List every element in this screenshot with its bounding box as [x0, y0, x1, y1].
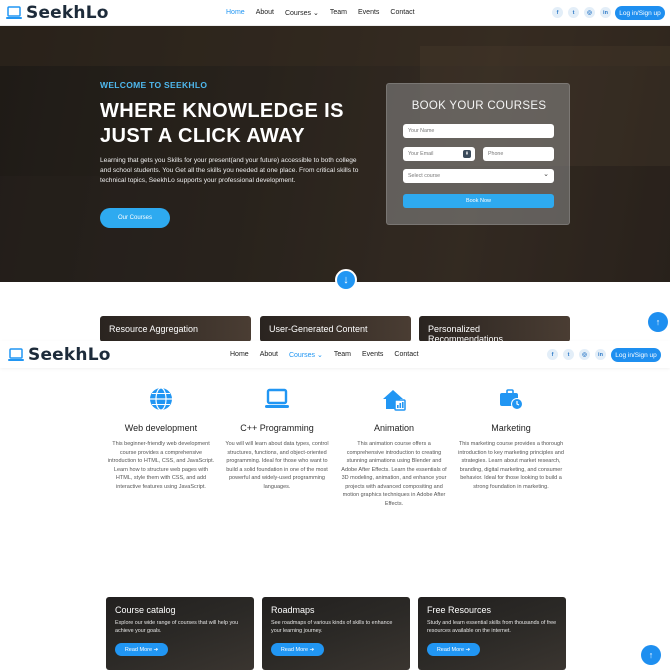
card-description: Explore our wide range of courses that w…: [115, 620, 239, 634]
course-cpp-programming[interactable]: C++ Programming You will will learn abou…: [222, 386, 332, 491]
scroll-down-icon[interactable]: ↓: [335, 269, 357, 291]
read-more-button[interactable]: Read More ➔: [271, 643, 324, 656]
hero-description: Learning that gets you Skills for your p…: [100, 157, 359, 184]
chevron-down-icon: ⌄: [317, 351, 323, 359]
email-input[interactable]: Your Email ⇞: [403, 147, 475, 161]
book-now-button[interactable]: Book Now: [403, 194, 554, 208]
nav-team[interactable]: Team: [334, 351, 351, 359]
course-description: This beginner-friendly web development c…: [107, 441, 215, 490]
card-roadmaps[interactable]: Roadmaps See roadmaps of various kinds o…: [262, 597, 410, 670]
instagram-icon[interactable]: ◎: [579, 349, 590, 360]
nav-courses-label: Courses: [288, 351, 316, 359]
phone-input[interactable]: Phone: [483, 147, 554, 161]
course-description: You will will learn about data types, co…: [225, 441, 329, 490]
nav-courses[interactable]: Courses ⌄: [289, 351, 323, 359]
sticky-navbar: SeekhLo Home About Courses ⌄ Team Events…: [0, 341, 670, 368]
nav-links: Home About Courses ⌄ Team Events Contact: [230, 351, 419, 359]
social-links: f t ◎ in: [552, 7, 611, 18]
laptop-icon: [265, 388, 289, 408]
login-signup-button[interactable]: Log in/Sign up: [615, 6, 665, 20]
nav-contact[interactable]: Contact: [390, 9, 414, 17]
brand-name: SeekhLo: [28, 344, 111, 365]
nav-home[interactable]: Home: [226, 9, 245, 17]
scroll-top-icon[interactable]: ↑: [648, 312, 668, 332]
globe-icon: [150, 387, 172, 411]
nav-events[interactable]: Events: [362, 351, 383, 359]
email-placeholder: Your Email: [408, 151, 434, 157]
card-description: See roadmaps of various kinds of skills …: [271, 620, 393, 634]
read-more-button[interactable]: Read More ➔: [115, 643, 168, 656]
linkedin-icon[interactable]: in: [595, 349, 606, 360]
chevron-down-icon: ⌄: [313, 9, 319, 17]
course-web-development[interactable]: Web development This beginner-friendly w…: [106, 386, 216, 491]
booking-form: BOOK YOUR COURSES Your Name Your Email ⇞…: [386, 83, 570, 225]
nav-home[interactable]: Home: [230, 351, 249, 359]
feature-card-personalized-recommendations[interactable]: Personalized Recommendations: [419, 316, 570, 342]
phone-placeholder: Phone: [488, 151, 504, 157]
brand-name: SeekhLo: [26, 2, 109, 23]
house-chart-icon: [383, 390, 406, 411]
course-description: This animation course offers a comprehen…: [341, 441, 447, 507]
linkedin-icon[interactable]: in: [600, 7, 611, 18]
feature-card-user-generated-content[interactable]: User-Generated Content: [260, 316, 411, 342]
course-marketing[interactable]: Marketing This marketing course provides…: [456, 386, 566, 491]
card-free-resources[interactable]: Free Resources Study and learn essential…: [418, 597, 566, 670]
brand-logo[interactable]: SeekhLo: [6, 3, 109, 23]
course-title: Web development: [124, 423, 198, 433]
card-course-catalog[interactable]: Course catalog Explore our wide range of…: [106, 597, 254, 670]
course-title: Marketing: [491, 423, 531, 433]
card-title: Free Resources: [427, 605, 492, 615]
autofill-icon[interactable]: ⇞: [463, 150, 471, 158]
nav-courses-label: Courses: [284, 9, 312, 17]
hero-title: WHERE KNOWLEDGE IS JUST A CLICK AWAY: [100, 100, 344, 147]
nav-contact[interactable]: Contact: [394, 351, 418, 359]
feature-title: Personalized Recommendations: [428, 324, 504, 342]
feature-title: User-Generated Content: [269, 324, 368, 334]
laptop-logo-icon: [6, 5, 22, 19]
facebook-icon[interactable]: f: [552, 7, 563, 18]
read-more-button[interactable]: Read More ➔: [427, 643, 480, 656]
nav-team[interactable]: Team: [330, 9, 347, 17]
brand-logo[interactable]: SeekhLo: [8, 345, 111, 365]
nav-events[interactable]: Events: [358, 9, 379, 17]
hero-section: WELCOME TO SEEKHLO WHERE KNOWLEDGE IS JU…: [0, 26, 670, 282]
course-title: Animation: [373, 423, 415, 433]
briefcase-clock-icon: [500, 389, 523, 410]
facebook-icon[interactable]: f: [547, 349, 558, 360]
instagram-icon[interactable]: ◎: [584, 7, 595, 18]
course-select-value: Select course: [408, 173, 441, 179]
twitter-icon[interactable]: t: [568, 7, 579, 18]
nav-about[interactable]: About: [260, 351, 278, 359]
our-courses-button[interactable]: Our Courses: [100, 208, 170, 228]
chevron-down-icon: ⌄: [543, 171, 549, 178]
name-input[interactable]: Your Name: [403, 124, 554, 138]
card-title: Course catalog: [115, 605, 176, 615]
nav-about[interactable]: About: [256, 9, 274, 17]
feature-card-resource-aggregation[interactable]: Resource Aggregation: [100, 316, 251, 342]
course-description: This marketing course provides a thoroug…: [458, 441, 564, 490]
scroll-top-icon[interactable]: ↑: [641, 645, 661, 665]
booking-title: BOOK YOUR COURSES: [411, 100, 547, 112]
card-title: Roadmaps: [271, 605, 315, 615]
laptop-logo-icon: [8, 347, 24, 361]
feature-title: Resource Aggregation: [109, 324, 199, 334]
card-description: Study and learn essential skills from th…: [427, 620, 557, 634]
course-title: C++ Programming: [240, 423, 314, 433]
nav-links: Home About Courses ⌄ Team Events Contact: [226, 9, 415, 17]
course-select[interactable]: Select course ⌄: [403, 169, 554, 183]
course-animation[interactable]: Animation This animation course offers a…: [339, 386, 449, 508]
top-navbar: SeekhLo Home About Courses ⌄ Team Events…: [0, 0, 670, 26]
name-placeholder: Your Name: [408, 128, 435, 134]
twitter-icon[interactable]: t: [563, 349, 574, 360]
login-signup-button[interactable]: Log in/Sign up: [611, 348, 661, 362]
social-links: f t ◎ in: [547, 349, 606, 360]
hero-welcome: WELCOME TO SEEKHLO: [100, 80, 208, 90]
nav-courses[interactable]: Courses ⌄: [285, 9, 319, 17]
